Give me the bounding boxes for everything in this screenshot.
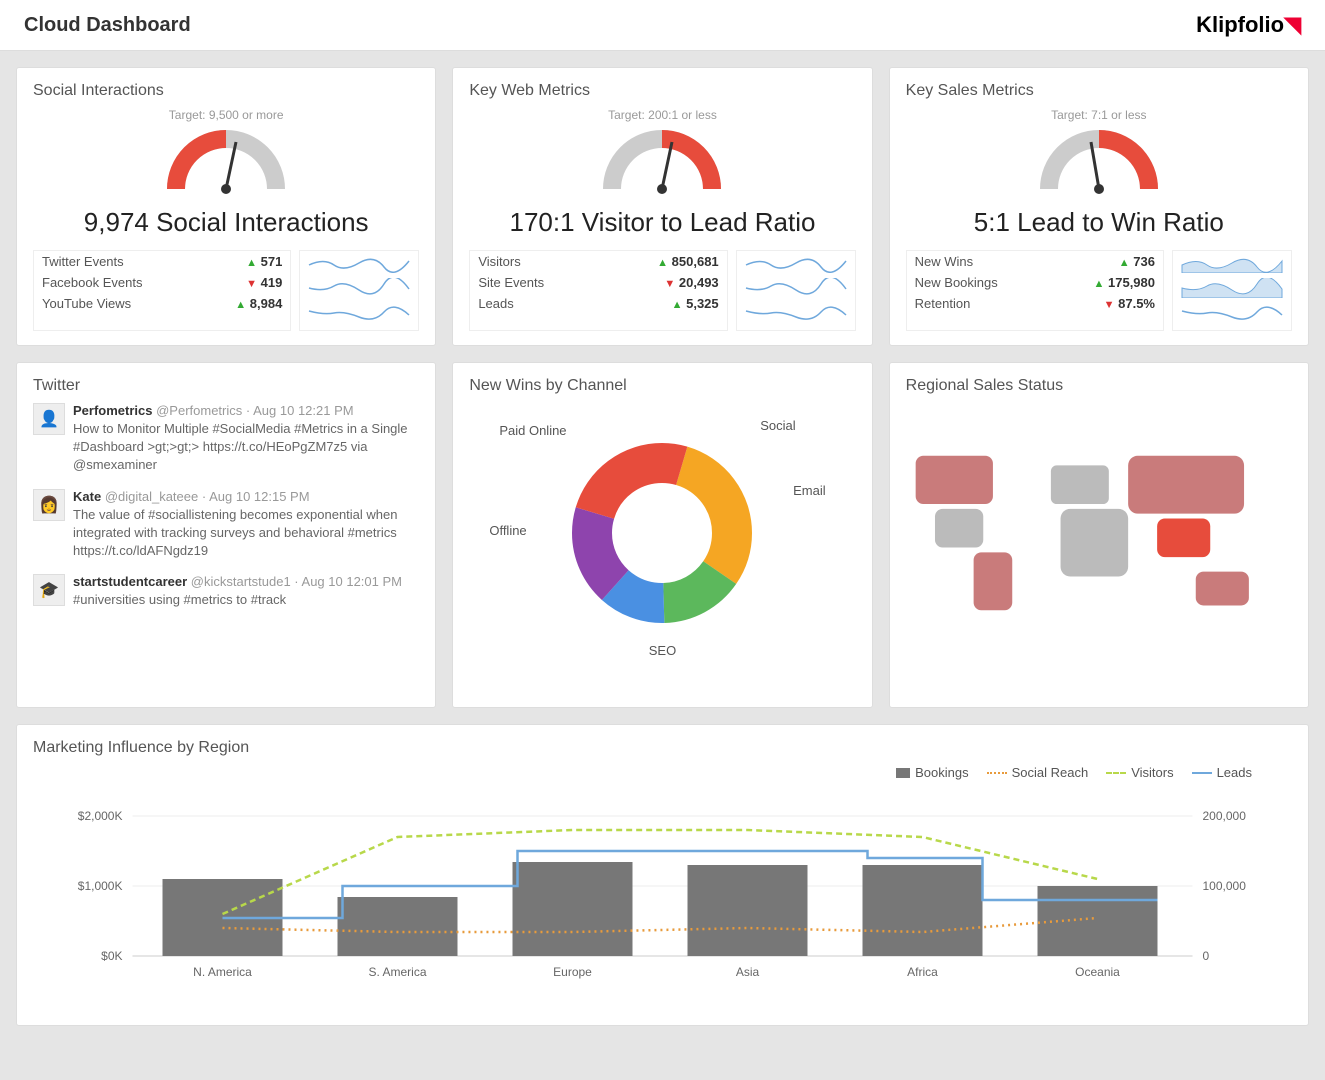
sparklines bbox=[1172, 250, 1292, 331]
up-icon: ▲ bbox=[246, 257, 257, 269]
tweet[interactable]: 👩 Kate @digital_kateee · Aug 10 12:15 PM… bbox=[33, 489, 419, 561]
map-icon bbox=[906, 423, 1292, 643]
svg-text:Asia: Asia bbox=[736, 965, 760, 979]
sparkline-icon bbox=[741, 278, 851, 298]
sparkline-icon bbox=[304, 278, 414, 298]
card-wins-by-channel: New Wins by Channel Paid Online Social E… bbox=[452, 362, 872, 708]
svg-text:S. America: S. America bbox=[368, 965, 426, 979]
up-icon: ▲ bbox=[672, 299, 683, 311]
sparklines bbox=[736, 250, 856, 331]
sparklines bbox=[299, 250, 419, 331]
sparkline-icon bbox=[304, 253, 414, 273]
donut-label: Offline bbox=[489, 523, 526, 538]
logo: Klipfolio◥ bbox=[1196, 12, 1301, 38]
svg-text:$2,000K: $2,000K bbox=[78, 809, 123, 823]
svg-text:Oceania: Oceania bbox=[1075, 965, 1120, 979]
card-social-interactions: Social Interactions Target: 9,500 or mor… bbox=[16, 67, 436, 346]
gauge-icon bbox=[592, 124, 732, 194]
metrics-table: New Wins▲ 736 New Bookings▲ 175,980 Rete… bbox=[906, 250, 1164, 331]
svg-text:Europe: Europe bbox=[553, 965, 592, 979]
world-map bbox=[906, 403, 1292, 663]
gauge-icon bbox=[156, 124, 296, 194]
donut-label: SEO bbox=[649, 643, 676, 658]
down-icon: ▼ bbox=[1104, 299, 1115, 311]
card-web-metrics: Key Web Metrics Target: 200:1 or less 17… bbox=[452, 67, 872, 346]
combo-chart: $2,000K $1,000K $0K 200,000 100,000 0 N.… bbox=[33, 786, 1292, 1006]
up-icon: ▲ bbox=[1119, 257, 1130, 269]
card-title: New Wins by Channel bbox=[469, 377, 855, 395]
donut-chart: Paid Online Social Email Offline SEO bbox=[469, 403, 855, 663]
card-title: Regional Sales Status bbox=[906, 377, 1292, 395]
gauge-icon bbox=[1029, 124, 1169, 194]
twitter-feed[interactable]: 👤 Perfometrics @Perfometrics · Aug 10 12… bbox=[33, 403, 419, 693]
card-twitter: Twitter 👤 Perfometrics @Perfometrics · A… bbox=[16, 362, 436, 708]
big-value: 5:1 Lead to Win Ratio bbox=[906, 207, 1292, 238]
avatar-icon: 🎓 bbox=[33, 574, 65, 606]
metrics-table: Twitter Events▲ 571 Facebook Events▼ 419… bbox=[33, 250, 291, 331]
gauge-target: Target: 9,500 or more bbox=[33, 108, 419, 122]
sparkline-icon bbox=[304, 303, 414, 323]
chart-legend: Bookings Social Reach Visitors Leads bbox=[33, 765, 1292, 780]
svg-text:200,000: 200,000 bbox=[1203, 809, 1247, 823]
card-marketing-influence: Marketing Influence by Region Bookings S… bbox=[16, 724, 1309, 1026]
up-icon: ▲ bbox=[657, 257, 668, 269]
card-sales-metrics: Key Sales Metrics Target: 7:1 or less 5:… bbox=[889, 67, 1309, 346]
avatar-icon: 👤 bbox=[33, 403, 65, 435]
donut-label: Social bbox=[760, 418, 795, 433]
sparkline-icon bbox=[741, 253, 851, 273]
big-value: 9,974 Social Interactions bbox=[33, 207, 419, 238]
sparkline-icon bbox=[1177, 303, 1287, 323]
card-title: Social Interactions bbox=[33, 82, 419, 100]
up-icon: ▲ bbox=[1093, 278, 1104, 290]
gauge-target: Target: 7:1 or less bbox=[906, 108, 1292, 122]
donut-label: Paid Online bbox=[499, 423, 566, 438]
metrics-table: Visitors▲ 850,681 Site Events▼ 20,493 Le… bbox=[469, 250, 727, 331]
up-icon: ▲ bbox=[235, 299, 246, 311]
card-title: Key Sales Metrics bbox=[906, 82, 1292, 100]
donut-label: Email bbox=[793, 483, 826, 498]
svg-text:N. America: N. America bbox=[193, 965, 252, 979]
sparkline-icon bbox=[1177, 253, 1287, 273]
down-icon: ▼ bbox=[246, 278, 257, 290]
avatar-icon: 👩 bbox=[33, 489, 65, 521]
tweet[interactable]: 🎓 startstudentcareer @kickstartstude1 · … bbox=[33, 574, 419, 609]
card-title: Twitter bbox=[33, 377, 419, 395]
dashboard-grid: Social Interactions Target: 9,500 or mor… bbox=[0, 51, 1325, 1042]
card-regional-sales: Regional Sales Status bbox=[889, 362, 1309, 708]
svg-text:Africa: Africa bbox=[907, 965, 938, 979]
tweet[interactable]: 👤 Perfometrics @Perfometrics · Aug 10 12… bbox=[33, 403, 419, 475]
svg-text:0: 0 bbox=[1203, 949, 1210, 963]
sparkline-icon bbox=[1177, 278, 1287, 298]
sparkline-icon bbox=[741, 303, 851, 323]
svg-text:$0K: $0K bbox=[101, 949, 122, 963]
svg-text:100,000: 100,000 bbox=[1203, 879, 1247, 893]
header: Cloud Dashboard Klipfolio◥ bbox=[0, 0, 1325, 51]
card-title: Marketing Influence by Region bbox=[33, 739, 1292, 757]
big-value: 170:1 Visitor to Lead Ratio bbox=[469, 207, 855, 238]
gauge-target: Target: 200:1 or less bbox=[469, 108, 855, 122]
donut-icon bbox=[562, 433, 762, 633]
page-title: Cloud Dashboard bbox=[24, 14, 191, 37]
down-icon: ▼ bbox=[664, 278, 675, 290]
card-title: Key Web Metrics bbox=[469, 82, 855, 100]
svg-text:$1,000K: $1,000K bbox=[78, 879, 123, 893]
